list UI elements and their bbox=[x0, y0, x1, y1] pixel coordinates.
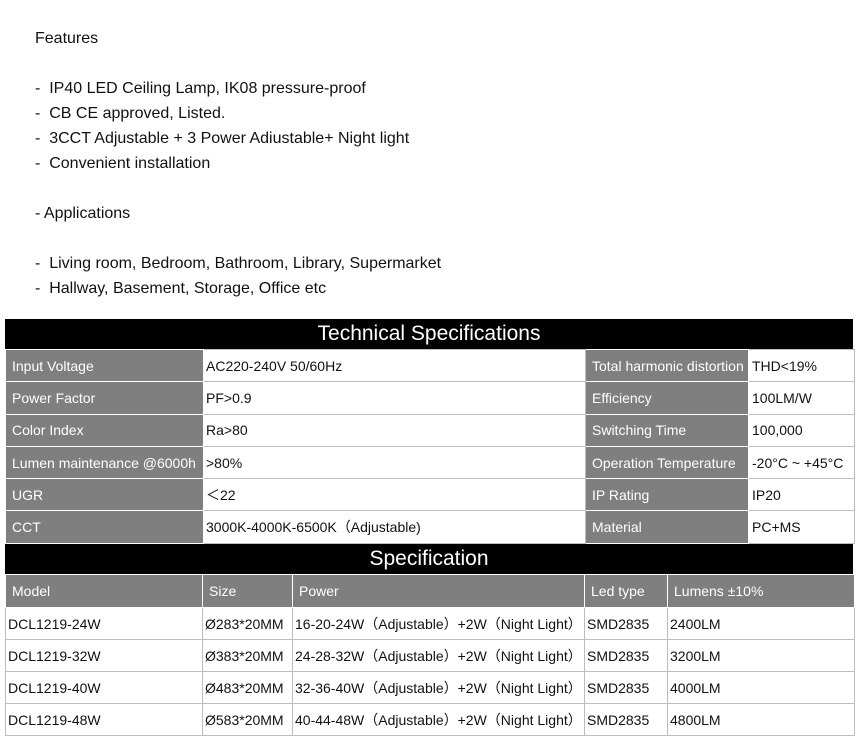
column-header: Led type bbox=[584, 574, 668, 608]
spec-label: Operation Temperature bbox=[585, 445, 749, 480]
table-cell: 16-20-24W（Adjustable）+2W（Night Light） bbox=[292, 607, 585, 640]
spec-label: UGR bbox=[5, 478, 204, 512]
specification-title: Specification bbox=[5, 544, 853, 574]
spec-label: Material bbox=[585, 510, 749, 544]
table-row: DCL1219-24W Ø283*20MM 16-20-24W（Adjustable… bbox=[5, 607, 855, 640]
table-cell: SMD2835 bbox=[584, 703, 668, 736]
features-heading: Features bbox=[35, 30, 99, 47]
feature-item: - IP40 LED Ceiling Lamp, IK08 pressure-p… bbox=[35, 80, 366, 97]
spec-value: Ra>80 bbox=[203, 413, 586, 447]
spec-label: Input Voltage bbox=[5, 348, 204, 383]
tech-spec-row: UGR ＜22 IP Rating IP20 bbox=[5, 478, 855, 512]
spec-value: 100,000 bbox=[748, 413, 855, 447]
table-cell: DCL1219-32W bbox=[5, 639, 203, 672]
table-row: DCL1219-32W Ø383*20MM 24-28-32W（Adjustable… bbox=[5, 639, 855, 672]
technical-specifications-title: Technical Specifications bbox=[5, 319, 853, 349]
table-cell: SMD2835 bbox=[584, 607, 668, 640]
tech-spec-row: Color Index Ra>80 Switching Time 100,000 bbox=[5, 413, 855, 447]
spec-label: Total harmonic distortion bbox=[585, 348, 749, 383]
table-cell: 24-28-32W（Adjustable）+2W（Night Light） bbox=[292, 639, 585, 672]
spec-value: >80% bbox=[203, 445, 586, 480]
spec-value: PF>0.9 bbox=[203, 381, 586, 415]
tech-spec-row: CCT 3000K-4000K-6500K（Adjustable) Material… bbox=[5, 510, 855, 544]
spec-header-row: Model Size Power Led type Lumens ±10% bbox=[5, 574, 855, 608]
column-header: Power bbox=[292, 574, 585, 608]
table-row: DCL1219-40W Ø483*20MM 32-36-40W（Adjustable… bbox=[5, 671, 855, 704]
table-cell: 32-36-40W（Adjustable）+2W（Night Light） bbox=[292, 671, 585, 704]
table-row: DCL1219-48W Ø583*20MM 40-44-48W（Adjustable… bbox=[5, 703, 855, 736]
table-cell: DCL1219-48W bbox=[5, 703, 203, 736]
table-cell: 4000LM bbox=[667, 671, 855, 704]
spec-label: Efficiency bbox=[585, 381, 749, 415]
technical-specifications-table: Input Voltage AC220-240V 50/60Hz Total har… bbox=[5, 348, 855, 544]
spec-value: 100LM/W bbox=[748, 381, 855, 415]
table-cell: Ø483*20MM bbox=[202, 671, 293, 704]
table-cell: DCL1219-24W bbox=[5, 607, 203, 640]
table-cell: Ø283*20MM bbox=[202, 607, 293, 640]
table-cell: SMD2835 bbox=[584, 671, 668, 704]
feature-item: - CB CE approved, Listed. bbox=[35, 105, 226, 122]
table-cell: 3200LM bbox=[667, 639, 855, 672]
spec-value: -20°C ~ +45°C bbox=[748, 445, 855, 480]
application-item: - Hallway, Basement, Storage, Office etc bbox=[35, 280, 327, 297]
spec-value: THD<19% bbox=[748, 348, 855, 383]
spec-label: Color Index bbox=[5, 413, 204, 447]
spec-value: IP20 bbox=[748, 478, 855, 512]
spec-label: Power Factor bbox=[5, 381, 204, 415]
feature-item: - 3CCT Adjustable + 3 Power Adiustable+ … bbox=[35, 130, 410, 147]
table-cell: 2400LM bbox=[667, 607, 855, 640]
table-cell: Ø583*20MM bbox=[202, 703, 293, 736]
spec-label: CCT bbox=[5, 510, 204, 544]
spec-value: ＜22 bbox=[203, 478, 586, 512]
column-header: Lumens ±10% bbox=[667, 574, 855, 608]
column-header: Model bbox=[5, 574, 203, 608]
feature-item: - Convenient installation bbox=[35, 155, 211, 172]
spec-label: IP Rating bbox=[585, 478, 749, 512]
applications-heading: - Applications bbox=[35, 205, 131, 222]
spec-label: Switching Time bbox=[585, 413, 749, 447]
table-cell: DCL1219-40W bbox=[5, 671, 203, 704]
tech-spec-row: Lumen maintenance @6000h >80% Operation Te… bbox=[5, 445, 855, 480]
table-cell: Ø383*20MM bbox=[202, 639, 293, 672]
table-cell: 4800LM bbox=[667, 703, 855, 736]
application-item: - Living room, Bedroom, Bathroom, Librar… bbox=[35, 255, 442, 272]
spec-value: PC+MS bbox=[748, 510, 855, 544]
tech-spec-row: Power Factor PF>0.9 Efficiency 100LM/W bbox=[5, 381, 855, 415]
tech-spec-row: Input Voltage AC220-240V 50/60Hz Total har… bbox=[5, 348, 855, 383]
table-cell: SMD2835 bbox=[584, 639, 668, 672]
spec-value: 3000K-4000K-6500K（Adjustable) bbox=[203, 510, 586, 544]
specification-table: Model Size Power Led type Lumens ±10% DCL1219… bbox=[5, 574, 855, 736]
spec-value: AC220-240V 50/60Hz bbox=[203, 348, 586, 383]
spec-label: Lumen maintenance @6000h bbox=[5, 445, 204, 480]
column-header: Size bbox=[202, 574, 293, 608]
table-cell: 40-44-48W（Adjustable）+2W（Night Light） bbox=[292, 703, 585, 736]
